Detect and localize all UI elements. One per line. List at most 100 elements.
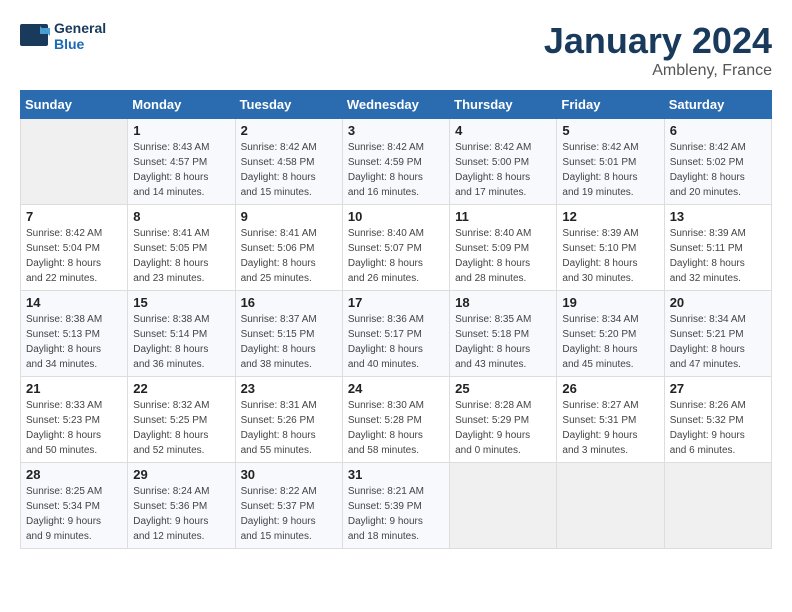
calendar-cell: 5 Sunrise: 8:42 AM Sunset: 5:01 PM Daylig… <box>557 119 664 205</box>
calendar-cell: 4 Sunrise: 8:42 AM Sunset: 5:00 PM Daylig… <box>450 119 557 205</box>
day-info: Sunrise: 8:28 AM Sunset: 5:29 PM Dayligh… <box>455 398 551 458</box>
calendar-cell: 13Sunrise: 8:39 AM Sunset: 5:11 PM Dayli… <box>664 205 771 291</box>
calendar-cell: 29 Sunrise: 8:24 AM Sunset: 5:36 PM Dayli… <box>128 463 235 549</box>
calendar-cell <box>21 119 128 205</box>
day-number: 31 <box>348 467 444 482</box>
day-number: 22 <box>133 381 229 396</box>
weekday-header: Thursday <box>450 91 557 119</box>
calendar-cell: 2 Sunrise: 8:42 AM Sunset: 4:58 PM Daylig… <box>235 119 342 205</box>
day-number: 6 <box>670 123 766 138</box>
calendar-cell: 7Sunrise: 8:42 AM Sunset: 5:04 PM Daylig… <box>21 205 128 291</box>
calendar-cell: 9 Sunrise: 8:41 AM Sunset: 5:06 PM Daylig… <box>235 205 342 291</box>
calendar-cell: 11 Sunrise: 8:40 AM Sunset: 5:09 PM Dayli… <box>450 205 557 291</box>
day-number: 27 <box>670 381 766 396</box>
weekday-header: Wednesday <box>342 91 449 119</box>
day-info: Sunrise: 8:39 AM Sunset: 5:10 PM Dayligh… <box>562 226 658 286</box>
calendar-cell: 27 Sunrise: 8:26 AM Sunset: 5:32 PM Dayli… <box>664 377 771 463</box>
day-info: Sunrise: 8:34 AM Sunset: 5:20 PM Dayligh… <box>562 312 658 372</box>
day-number: 8 <box>133 209 229 224</box>
weekday-header: Sunday <box>21 91 128 119</box>
calendar-cell: 8Sunrise: 8:41 AM Sunset: 5:05 PM Daylig… <box>128 205 235 291</box>
calendar-table: SundayMondayTuesdayWednesdayThursdayFrid… <box>20 90 772 549</box>
day-info: Sunrise: 8:42 AM Sunset: 5:01 PM Dayligh… <box>562 140 658 200</box>
day-number: 21 <box>26 381 122 396</box>
calendar-cell <box>557 463 664 549</box>
day-info: Sunrise: 8:24 AM Sunset: 5:36 PM Dayligh… <box>133 484 229 544</box>
calendar-header-row: SundayMondayTuesdayWednesdayThursdayFrid… <box>21 91 772 119</box>
day-number: 15 <box>133 295 229 310</box>
calendar-cell: 31 Sunrise: 8:21 AM Sunset: 5:39 PM Dayli… <box>342 463 449 549</box>
weekday-header: Friday <box>557 91 664 119</box>
calendar-week-row: 1 Sunrise: 8:43 AM Sunset: 4:57 PM Daylig… <box>21 119 772 205</box>
day-info: Sunrise: 8:37 AM Sunset: 5:15 PM Dayligh… <box>241 312 337 372</box>
day-number: 23 <box>241 381 337 396</box>
calendar-cell: 6Sunrise: 8:42 AM Sunset: 5:02 PM Daylig… <box>664 119 771 205</box>
day-info: Sunrise: 8:43 AM Sunset: 4:57 PM Dayligh… <box>133 140 229 200</box>
calendar-cell: 12 Sunrise: 8:39 AM Sunset: 5:10 PM Dayli… <box>557 205 664 291</box>
day-info: Sunrise: 8:21 AM Sunset: 5:39 PM Dayligh… <box>348 484 444 544</box>
calendar-week-row: 28 Sunrise: 8:25 AM Sunset: 5:34 PM Dayli… <box>21 463 772 549</box>
day-info: Sunrise: 8:32 AM Sunset: 5:25 PM Dayligh… <box>133 398 229 458</box>
calendar-cell: 16 Sunrise: 8:37 AM Sunset: 5:15 PM Dayli… <box>235 291 342 377</box>
day-number: 13 <box>670 209 766 224</box>
calendar-cell: 26Sunrise: 8:27 AM Sunset: 5:31 PM Dayli… <box>557 377 664 463</box>
calendar-week-row: 21 Sunrise: 8:33 AM Sunset: 5:23 PM Dayli… <box>21 377 772 463</box>
day-info: Sunrise: 8:33 AM Sunset: 5:23 PM Dayligh… <box>26 398 122 458</box>
day-info: Sunrise: 8:34 AM Sunset: 5:21 PM Dayligh… <box>670 312 766 372</box>
day-number: 2 <box>241 123 337 138</box>
header: General Blue January 2024 Ambleny, Franc… <box>20 20 772 80</box>
calendar-cell: 28 Sunrise: 8:25 AM Sunset: 5:34 PM Dayli… <box>21 463 128 549</box>
day-number: 29 <box>133 467 229 482</box>
day-info: Sunrise: 8:38 AM Sunset: 5:13 PM Dayligh… <box>26 312 122 372</box>
calendar-cell: 24 Sunrise: 8:30 AM Sunset: 5:28 PM Dayli… <box>342 377 449 463</box>
logo: General Blue <box>20 20 106 52</box>
day-number: 3 <box>348 123 444 138</box>
day-info: Sunrise: 8:26 AM Sunset: 5:32 PM Dayligh… <box>670 398 766 458</box>
calendar-cell <box>664 463 771 549</box>
calendar-cell: 22 Sunrise: 8:32 AM Sunset: 5:25 PM Dayli… <box>128 377 235 463</box>
calendar-cell: 25 Sunrise: 8:28 AM Sunset: 5:29 PM Dayli… <box>450 377 557 463</box>
day-number: 20 <box>670 295 766 310</box>
day-number: 19 <box>562 295 658 310</box>
calendar-week-row: 14 Sunrise: 8:38 AM Sunset: 5:13 PM Dayli… <box>21 291 772 377</box>
day-info: Sunrise: 8:41 AM Sunset: 5:06 PM Dayligh… <box>241 226 337 286</box>
calendar-week-row: 7Sunrise: 8:42 AM Sunset: 5:04 PM Daylig… <box>21 205 772 291</box>
day-info: Sunrise: 8:36 AM Sunset: 5:17 PM Dayligh… <box>348 312 444 372</box>
day-number: 1 <box>133 123 229 138</box>
day-number: 26 <box>562 381 658 396</box>
day-info: Sunrise: 8:30 AM Sunset: 5:28 PM Dayligh… <box>348 398 444 458</box>
day-number: 16 <box>241 295 337 310</box>
day-number: 24 <box>348 381 444 396</box>
day-number: 25 <box>455 381 551 396</box>
logo-text: General Blue <box>54 20 106 52</box>
day-info: Sunrise: 8:25 AM Sunset: 5:34 PM Dayligh… <box>26 484 122 544</box>
day-info: Sunrise: 8:38 AM Sunset: 5:14 PM Dayligh… <box>133 312 229 372</box>
day-info: Sunrise: 8:42 AM Sunset: 4:58 PM Dayligh… <box>241 140 337 200</box>
calendar-body: 1 Sunrise: 8:43 AM Sunset: 4:57 PM Daylig… <box>21 119 772 549</box>
day-number: 10 <box>348 209 444 224</box>
day-number: 9 <box>241 209 337 224</box>
day-info: Sunrise: 8:22 AM Sunset: 5:37 PM Dayligh… <box>241 484 337 544</box>
calendar-cell: 18Sunrise: 8:35 AM Sunset: 5:18 PM Dayli… <box>450 291 557 377</box>
weekday-header: Monday <box>128 91 235 119</box>
day-number: 12 <box>562 209 658 224</box>
day-info: Sunrise: 8:40 AM Sunset: 5:09 PM Dayligh… <box>455 226 551 286</box>
weekday-header: Saturday <box>664 91 771 119</box>
day-number: 7 <box>26 209 122 224</box>
day-info: Sunrise: 8:42 AM Sunset: 5:00 PM Dayligh… <box>455 140 551 200</box>
day-number: 28 <box>26 467 122 482</box>
calendar-cell: 15 Sunrise: 8:38 AM Sunset: 5:14 PM Dayli… <box>128 291 235 377</box>
day-number: 5 <box>562 123 658 138</box>
calendar-cell: 10Sunrise: 8:40 AM Sunset: 5:07 PM Dayli… <box>342 205 449 291</box>
calendar-cell: 17 Sunrise: 8:36 AM Sunset: 5:17 PM Dayli… <box>342 291 449 377</box>
calendar-cell: 21 Sunrise: 8:33 AM Sunset: 5:23 PM Dayli… <box>21 377 128 463</box>
day-number: 11 <box>455 209 551 224</box>
calendar-cell: 1 Sunrise: 8:43 AM Sunset: 4:57 PM Daylig… <box>128 119 235 205</box>
day-number: 4 <box>455 123 551 138</box>
location-title: Ambleny, France <box>544 62 772 80</box>
month-title: January 2024 <box>544 20 772 62</box>
day-number: 14 <box>26 295 122 310</box>
calendar-cell: 30Sunrise: 8:22 AM Sunset: 5:37 PM Dayli… <box>235 463 342 549</box>
weekday-header: Tuesday <box>235 91 342 119</box>
day-number: 17 <box>348 295 444 310</box>
